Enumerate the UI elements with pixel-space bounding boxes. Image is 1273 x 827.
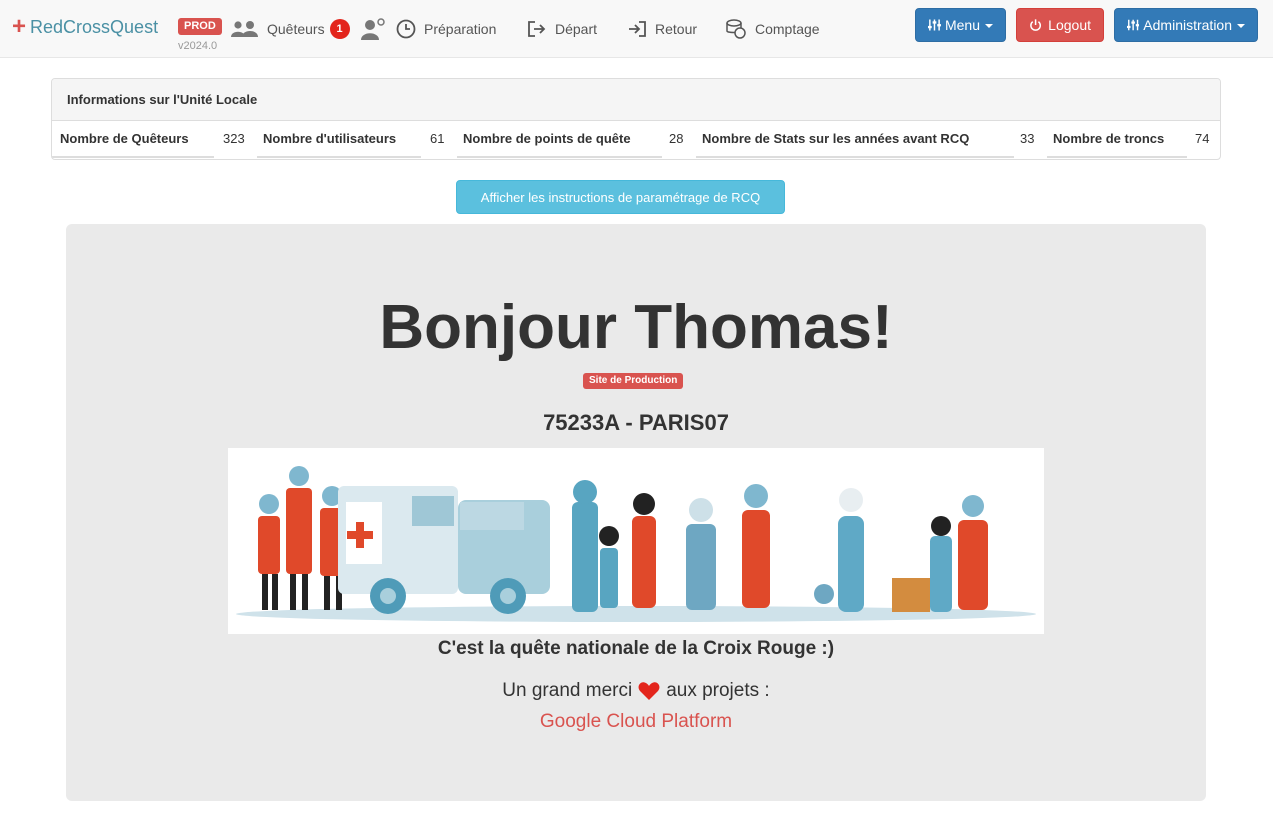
- volunteers-illustration: [228, 448, 1044, 634]
- panel-title: Informations sur l'Unité Locale: [52, 79, 1220, 121]
- divider: [696, 156, 1014, 158]
- queteurs-count-badge: 1: [329, 19, 350, 39]
- unit-code: 75233A - PARIS07: [543, 410, 729, 435]
- heart-icon: [638, 681, 660, 701]
- divider: [1047, 156, 1187, 158]
- stat-value: 33: [1020, 131, 1035, 146]
- nav-add-user[interactable]: [361, 15, 395, 43]
- stat-label: Nombre de troncs: [1053, 131, 1165, 146]
- divider: [257, 156, 421, 158]
- unit-stats: Nombre de Quêteurs 323 Nombre d'utilisat…: [52, 121, 1220, 159]
- nav-preparation-label: Préparation: [424, 21, 497, 37]
- unit-info-panel: Informations sur l'Unité Locale Nombre d…: [51, 78, 1221, 160]
- menu-button-label: Menu: [944, 17, 980, 33]
- red-cross-icon: +: [12, 13, 27, 40]
- stat-label: Nombre de points de quête: [463, 131, 631, 146]
- logout-button[interactable]: Logout: [1016, 8, 1104, 42]
- greeting-heading: Bonjour Thomas!: [379, 293, 893, 362]
- nav-queteurs[interactable]: Quêteurs 1: [231, 15, 350, 43]
- log-in-icon: [629, 21, 646, 37]
- nav-retour[interactable]: Retour: [627, 15, 697, 43]
- logout-button-label: Logout: [1048, 17, 1091, 33]
- nav-depart-label: Départ: [555, 21, 598, 37]
- nav-comptage[interactable]: Comptage: [725, 15, 820, 43]
- welcome-jumbotron: Bonjour Thomas! Site de Production 75233…: [66, 224, 1206, 801]
- stat-label: Nombre de Stats sur les années avant RCQ: [702, 131, 970, 146]
- tagline: C'est la quête nationale de la Croix Rou…: [437, 638, 835, 659]
- sliders-icon: [928, 19, 941, 31]
- administration-button-label: Administration: [1143, 17, 1232, 33]
- nav-queteurs-label: Quêteurs: [267, 21, 325, 37]
- show-setup-instructions-button[interactable]: Afficher les instructions de paramétrage…: [456, 180, 785, 214]
- stat-value: 61: [430, 131, 445, 146]
- stat-value: 74: [1195, 131, 1210, 146]
- google-cloud-platform-link[interactable]: Google Cloud Platform: [66, 711, 1206, 733]
- coins-icon: [726, 19, 746, 39]
- nav-depart[interactable]: Départ: [527, 15, 597, 43]
- thanks-line: Un grand merci aux projets :: [66, 680, 1206, 702]
- stat-value: 323: [223, 131, 245, 146]
- caret-down-icon: [985, 24, 993, 28]
- power-icon: [1030, 19, 1041, 31]
- brand-name: RedCrossQuest: [30, 16, 159, 37]
- site-badge: Site de Production: [583, 373, 684, 389]
- log-out-icon: [528, 21, 546, 37]
- navbar: + RedCrossQuest PROD v2024.0 Quêteurs 1 …: [0, 0, 1273, 58]
- caret-down-icon: [1237, 24, 1245, 28]
- sliders-icon: [1127, 19, 1140, 31]
- brand-link[interactable]: + RedCrossQuest: [12, 14, 158, 40]
- divider: [52, 156, 214, 158]
- menu-button[interactable]: Menu: [915, 8, 1006, 42]
- stat-label: Nombre d'utilisateurs: [263, 131, 397, 146]
- nav-comptage-label: Comptage: [755, 21, 820, 37]
- nav-retour-label: Retour: [655, 21, 698, 37]
- env-badge: PROD: [178, 18, 222, 35]
- thanks-text-end: aux projets :: [666, 680, 770, 701]
- clock-icon: [396, 19, 416, 39]
- users-icon: [231, 21, 258, 37]
- administration-button[interactable]: Administration: [1114, 8, 1258, 42]
- add-user-icon: [361, 18, 385, 40]
- thanks-text: Un grand merci: [502, 680, 633, 701]
- app-version: v2024.0: [178, 40, 218, 52]
- stat-label: Nombre de Quêteurs: [60, 131, 189, 146]
- divider: [457, 156, 662, 158]
- nav-preparation[interactable]: Préparation: [396, 15, 496, 43]
- stat-value: 28: [669, 131, 684, 146]
